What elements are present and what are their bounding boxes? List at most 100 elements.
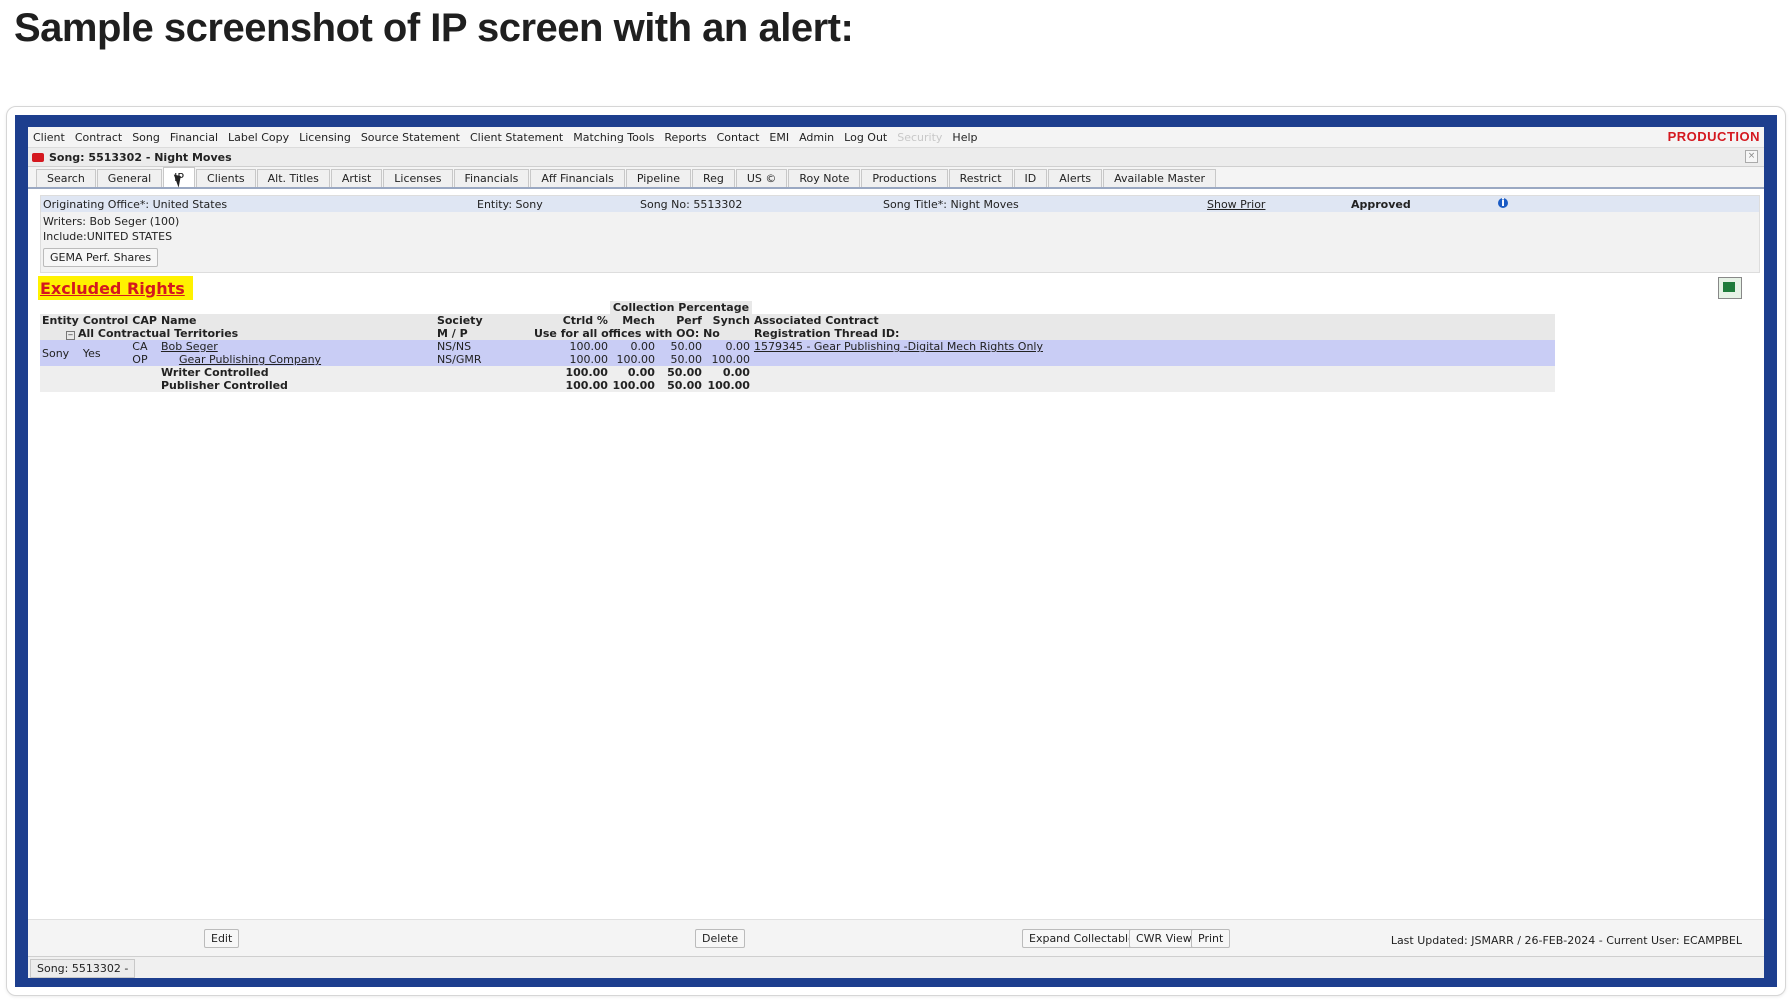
show-prior-link[interactable]: Show Prior xyxy=(1207,198,1265,211)
row-cap: OP xyxy=(130,353,159,366)
col-synch: Synch xyxy=(703,314,752,327)
tab-pipeline[interactable]: Pipeline xyxy=(625,169,691,187)
excluded-rights-alert[interactable]: Excluded Rights xyxy=(38,276,193,300)
tab-general[interactable]: General xyxy=(96,169,163,187)
open-window-tab[interactable]: Song: 5513302 - xyxy=(30,959,136,978)
tab-search[interactable]: Search xyxy=(36,169,96,187)
tab-aff-financials[interactable]: Aff Financials xyxy=(530,169,625,187)
total-label: Publisher Controlled xyxy=(158,379,435,392)
status-badge: Approved xyxy=(1351,198,1411,211)
action-bar: Edit Delete Expand Collectables CWR View… xyxy=(28,919,1764,956)
menu-item-emi[interactable]: EMI xyxy=(764,131,794,144)
song-title: Song Title*: Night Moves xyxy=(883,198,1019,211)
col-associated-contract: Associated Contract xyxy=(751,314,1555,327)
table-header-row: Entity Control CAP Name Society Ctrld % … xyxy=(40,314,1555,327)
total-mech: 100.00 xyxy=(609,379,657,392)
row-ctrld: 100.00 xyxy=(531,353,610,366)
menu-item-financial[interactable]: Financial xyxy=(165,131,223,144)
edit-button[interactable]: Edit xyxy=(204,929,240,948)
excel-export-icon[interactable] xyxy=(1718,277,1742,299)
tab-alt-titles[interactable]: Alt. Titles xyxy=(256,169,330,187)
row-society: NS/GMR xyxy=(434,353,532,366)
menu-bar: Client Contract Song Financial Label Cop… xyxy=(28,127,1764,148)
menu-item-security: Security xyxy=(897,130,943,144)
total-row-writer: Writer Controlled 100.00 0.00 50.00 0.00 xyxy=(40,366,1555,379)
menu-item-log-out[interactable]: Log Out xyxy=(839,131,892,144)
menu-item-source-statement[interactable]: Source Statement xyxy=(356,131,465,144)
row-perf: 50.00 xyxy=(656,340,704,353)
tab-clients[interactable]: Clients xyxy=(196,169,256,187)
tab-available-master[interactable]: Available Master xyxy=(1103,169,1217,187)
row-synch: 0.00 xyxy=(703,340,752,353)
menu-item-reports[interactable]: Reports xyxy=(659,131,711,144)
app-window: Client Contract Song Financial Label Cop… xyxy=(15,115,1777,987)
associated-contract-link[interactable]: 1579345 - Gear Publishing -Digital Mech … xyxy=(754,340,1043,353)
page-heading: Sample screenshot of IP screen with an a… xyxy=(14,6,854,50)
excluded-rights-link[interactable]: Excluded Rights xyxy=(40,279,185,298)
tab-ip[interactable]: IP xyxy=(163,167,196,188)
col-mech: Mech xyxy=(609,314,657,327)
row-perf: 50.00 xyxy=(656,353,704,366)
table-group-header-row: Collection Percentage xyxy=(40,301,1555,314)
registration-thread-id: Registration Thread ID: xyxy=(751,327,1555,340)
menu-item-label-copy[interactable]: Label Copy xyxy=(223,131,294,144)
tab-productions[interactable]: Productions xyxy=(861,169,948,187)
song-number: Song No: 5513302 xyxy=(640,198,743,211)
total-perf: 50.00 xyxy=(656,379,704,392)
menu-item-admin[interactable]: Admin xyxy=(794,131,839,144)
territory-label: All Contractual Territories xyxy=(78,327,239,340)
row-synch: 100.00 xyxy=(703,353,752,366)
menu-item-song[interactable]: Song xyxy=(127,131,165,144)
col-entity: Entity xyxy=(40,314,81,327)
window-title: Song: 5513302 - Night Moves xyxy=(49,150,232,164)
song-info-row: Originating Office*: United States Entit… xyxy=(41,196,1759,212)
menu-item-contract[interactable]: Contract xyxy=(70,131,127,144)
entity-label: Entity: Sony xyxy=(477,198,543,211)
tab-restrict[interactable]: Restrict xyxy=(948,169,1013,187)
tab-id[interactable]: ID xyxy=(1013,169,1048,187)
menu-item-help[interactable]: Help xyxy=(947,131,982,144)
total-ctrld: 100.00 xyxy=(531,366,610,379)
tab-financials[interactable]: Financials xyxy=(453,169,530,187)
menu-item-matching-tools[interactable]: Matching Tools xyxy=(568,131,659,144)
total-label: Writer Controlled xyxy=(158,366,435,379)
col-society: Society xyxy=(434,314,532,327)
total-row-publisher: Publisher Controlled 100.00 100.00 50.00… xyxy=(40,379,1555,392)
print-button[interactable]: Print xyxy=(1191,929,1231,948)
app-content: Client Contract Song Financial Label Cop… xyxy=(28,127,1764,978)
tab-alerts[interactable]: Alerts xyxy=(1048,169,1103,187)
tab-licenses[interactable]: Licenses xyxy=(383,169,453,187)
tab-artist[interactable]: Artist xyxy=(330,169,383,187)
include-text: Include:UNITED STATES xyxy=(43,230,173,243)
menu-item-client[interactable]: Client xyxy=(28,131,70,144)
table-row[interactable]: Sony Yes CA Bob Seger NS/NS 100.00 0.00 … xyxy=(40,340,1555,366)
ip-table: Collection Percentage Entity Control CAP… xyxy=(40,301,1555,392)
tab-reg[interactable]: Reg xyxy=(691,169,735,187)
info-icon[interactable]: i xyxy=(1498,197,1508,208)
last-updated-text: Last Updated: JSMARR / 26-FEB-2024 - Cur… xyxy=(1390,934,1742,947)
delete-button[interactable]: Delete xyxy=(695,929,746,948)
close-icon[interactable]: × xyxy=(1745,150,1758,163)
menu-item-contact[interactable]: Contact xyxy=(712,131,765,144)
table-row[interactable]: OP Gear Publishing Company NS/GMR 100.00… xyxy=(40,353,1555,366)
row-mech: 100.00 xyxy=(609,353,657,366)
tab-roy-note[interactable]: Roy Note xyxy=(788,169,861,187)
row-mech: 0.00 xyxy=(609,340,657,353)
cwr-view-button[interactable]: CWR View xyxy=(1129,929,1199,948)
environment-badge: PRODUCTION xyxy=(1667,129,1760,144)
status-bar: Song: 5513302 - xyxy=(28,956,1764,978)
row-ctrld: 100.00 xyxy=(531,340,610,353)
collapse-icon[interactable]: − xyxy=(66,331,75,340)
total-mech: 0.00 xyxy=(609,366,657,379)
society-mp-label: M / P xyxy=(434,327,532,340)
publisher-name-link[interactable]: Gear Publishing Company xyxy=(179,353,321,366)
table-territory-row: − All Contractual Territories M / P Use f… xyxy=(40,327,1555,340)
song-icon xyxy=(32,152,44,162)
tab-us-copyright[interactable]: US © xyxy=(735,169,788,187)
menu-item-client-statement[interactable]: Client Statement xyxy=(465,131,568,144)
menu-item-licensing[interactable]: Licensing xyxy=(294,131,356,144)
gema-perf-shares-button[interactable]: GEMA Perf. Shares xyxy=(43,248,159,267)
writer-name-link[interactable]: Bob Seger xyxy=(161,340,218,353)
window-titlebar: Song: 5513302 - Night Moves × xyxy=(28,148,1764,167)
col-name: Name xyxy=(158,314,435,327)
